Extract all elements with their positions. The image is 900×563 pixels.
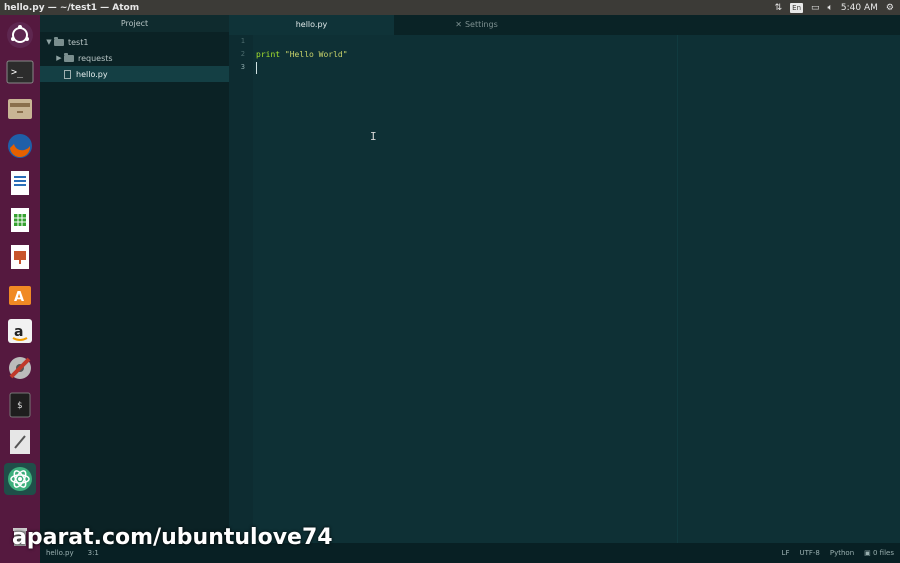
status-file[interactable]: hello.py — [46, 549, 74, 557]
code-string: "Hello World" — [284, 50, 348, 59]
ibeam-cursor-icon: I — [370, 130, 377, 143]
status-files[interactable]: ▣ 0 files — [864, 549, 894, 557]
status-cursor[interactable]: 3:1 — [88, 549, 99, 557]
code-line-current — [256, 61, 348, 74]
svg-text:A: A — [14, 290, 24, 305]
gear-icon[interactable]: ⚙ — [886, 3, 894, 13]
status-files-label: 0 files — [873, 549, 894, 557]
software-center-icon[interactable]: A — [4, 278, 36, 310]
tree-view: Project ▼ test1 ▶ requests hello.py — [40, 15, 229, 543]
file-icon — [64, 69, 71, 79]
svg-text:>_: >_ — [11, 67, 24, 78]
root-label: test1 — [68, 37, 89, 47]
tree-folder-requests[interactable]: ▶ requests — [40, 50, 229, 66]
firefox-icon[interactable] — [4, 130, 36, 162]
tab-label: hello.py — [295, 20, 328, 29]
line-gutter: 1 2 3 — [229, 35, 253, 543]
tree-root-folder[interactable]: ▼ test1 — [40, 34, 229, 50]
status-grammar[interactable]: Python — [830, 549, 854, 557]
top-panel: hello.py — ~/test1 — Atom ⇅ En ▭ 🔈︎ 5:40… — [0, 0, 900, 15]
tab-settings[interactable]: ✕ Settings — [394, 15, 559, 35]
tab-bar: hello.py ✕ Settings — [229, 15, 900, 35]
tab-label: Settings — [464, 20, 498, 29]
status-line-ending[interactable]: LF — [782, 549, 790, 557]
keyboard-layout[interactable]: En — [790, 2, 803, 13]
atom-icon[interactable] — [4, 463, 36, 495]
code-area[interactable]: print "Hello World" — [256, 35, 348, 74]
writer-icon[interactable] — [4, 167, 36, 199]
volume-icon[interactable]: 🔈︎ — [828, 3, 833, 13]
code-line: print "Hello World" — [256, 48, 348, 61]
indicators: ⇅ En ▭ 🔈︎ 5:40 AM ⚙ — [775, 2, 900, 13]
code-keyword: print — [256, 50, 281, 59]
terminal2-icon[interactable]: $ — [4, 389, 36, 421]
text-caret — [256, 61, 257, 74]
text-editor-icon[interactable] — [4, 426, 36, 458]
folder-icon — [64, 52, 74, 62]
calc-icon[interactable] — [4, 204, 36, 236]
files-icon[interactable] — [4, 93, 36, 125]
folder-label: requests — [78, 53, 113, 63]
terminal-icon[interactable]: >_ — [4, 56, 36, 88]
ubuntu-dash-icon[interactable] — [4, 19, 36, 51]
files-icon-small: ▣ — [864, 549, 873, 557]
folder-icon — [54, 36, 64, 46]
tree-file-hello[interactable]: hello.py — [40, 66, 229, 82]
watermark: aparat.com/ubuntulove74 — [12, 525, 333, 550]
line-number: 3 — [240, 63, 245, 71]
wrap-guide — [677, 35, 678, 543]
battery-icon[interactable]: ▭ — [811, 3, 820, 13]
editor-pane[interactable]: 1 2 3 print "Hello World" I — [229, 35, 900, 543]
impress-icon[interactable] — [4, 241, 36, 273]
file-label: hello.py — [76, 69, 108, 79]
chevron-down-icon: ▼ — [46, 38, 52, 46]
chevron-right-icon: ▶ — [56, 54, 62, 62]
line-number: 2 — [240, 50, 245, 58]
unity-launcher: >_ A a $ — [0, 15, 40, 563]
window-title: hello.py — ~/test1 — Atom — [4, 2, 140, 13]
network-icon[interactable]: ⇅ — [775, 3, 783, 13]
system-settings-icon[interactable] — [4, 352, 36, 384]
tree-header[interactable]: Project — [40, 15, 229, 32]
clock[interactable]: 5:40 AM — [841, 3, 878, 13]
svg-text:$: $ — [17, 401, 22, 411]
svg-text:a: a — [14, 324, 23, 340]
status-encoding[interactable]: UTF-8 — [799, 549, 819, 557]
amazon-icon[interactable]: a — [4, 315, 36, 347]
settings-icon: ✕ — [455, 20, 462, 29]
line-number: 1 — [240, 37, 245, 45]
tab-hello-py[interactable]: hello.py — [229, 15, 394, 35]
